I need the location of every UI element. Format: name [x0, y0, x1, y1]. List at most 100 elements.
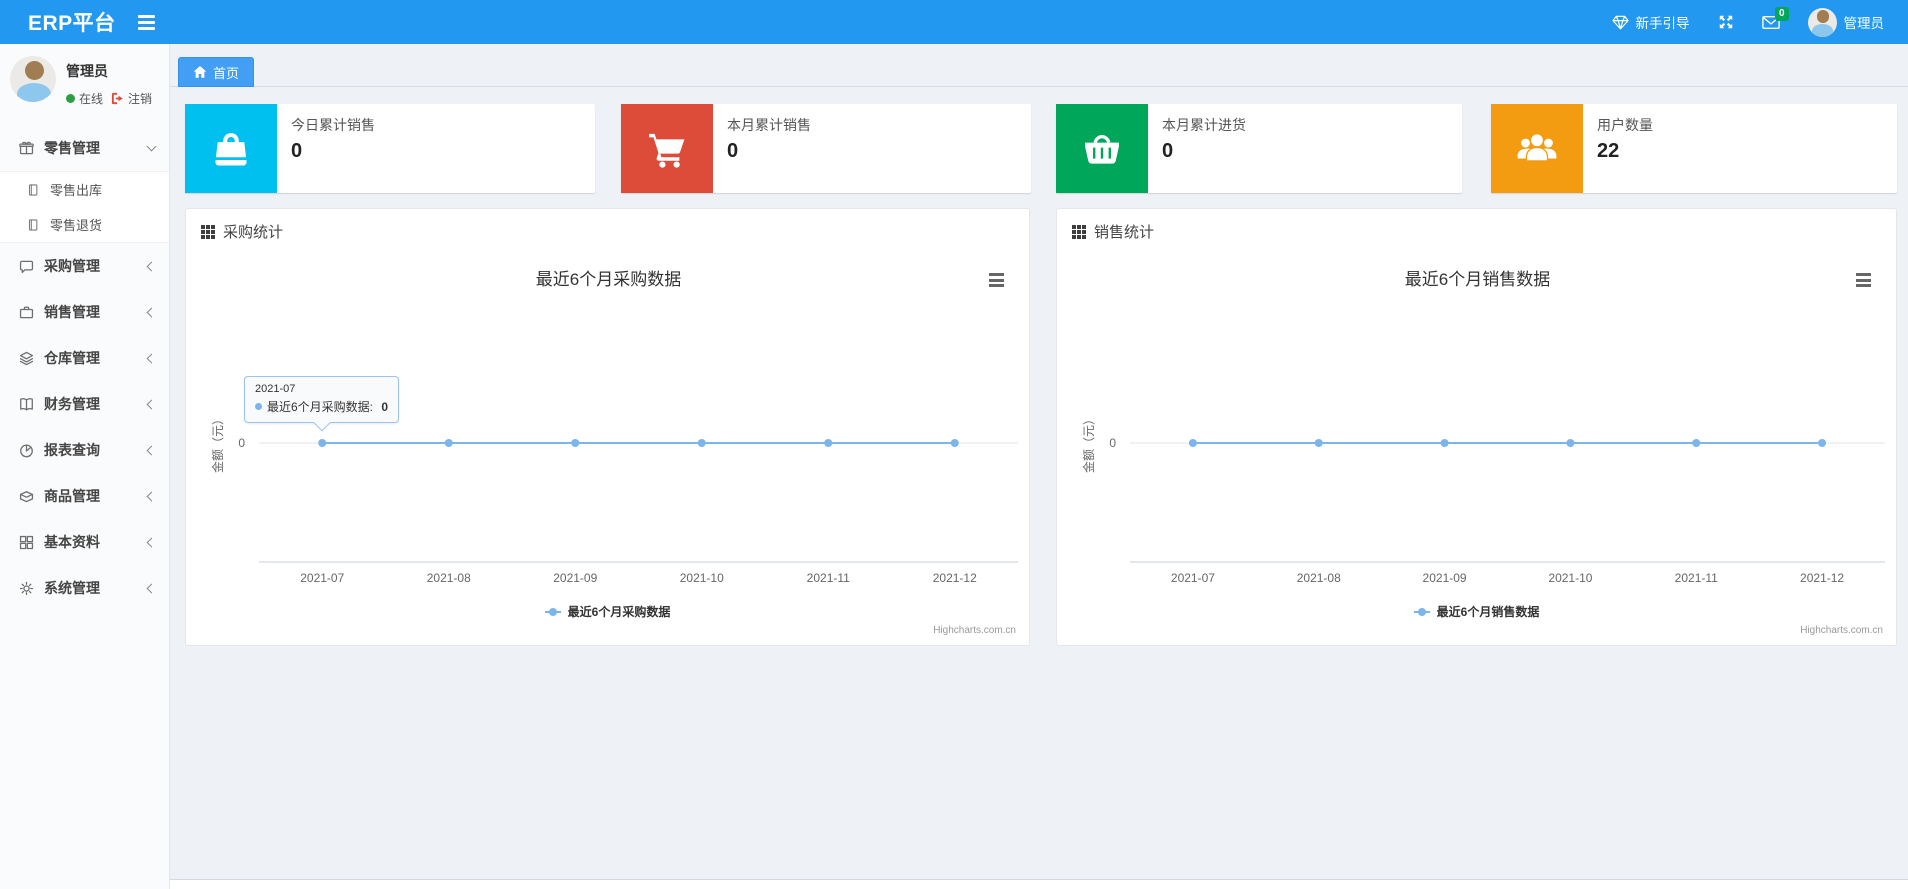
- th-icon: [201, 224, 215, 239]
- users-icon: [1491, 104, 1583, 193]
- chevron-left-icon: [146, 307, 157, 317]
- chevron-left-icon: [146, 537, 157, 547]
- stat-card: 本月累计销售 0: [621, 104, 1031, 193]
- sidebar-toggle-button[interactable]: [137, 14, 155, 30]
- svg-text:2021-08: 2021-08: [427, 571, 471, 585]
- mail-badge: 0: [1774, 6, 1789, 21]
- grid-icon: [17, 534, 35, 551]
- user-menu[interactable]: 管理员: [1807, 7, 1885, 37]
- legend-label: 最近6个月采购数据: [567, 605, 671, 619]
- sidebar-username: 管理员: [66, 63, 108, 79]
- svg-text:2021-09: 2021-09: [1423, 571, 1467, 585]
- svg-text:2021-11: 2021-11: [807, 571, 850, 585]
- legend-marker-icon: [1413, 607, 1430, 616]
- svg-text:2021-10: 2021-10: [1548, 571, 1592, 585]
- svg-text:2021-10: 2021-10: [680, 571, 724, 585]
- sidebar-item-goods[interactable]: 商品管理: [0, 473, 169, 519]
- tooltip-value: 0: [381, 399, 389, 414]
- svg-text:2021-09: 2021-09: [553, 571, 597, 585]
- chevron-left-icon: [146, 583, 157, 593]
- tab-home-label: 首页: [213, 65, 240, 81]
- footer: [170, 879, 1908, 889]
- svg-text:2021-12: 2021-12: [933, 571, 977, 585]
- highcharts-credit: Highcharts.com.cn: [933, 625, 1016, 636]
- svg-text:2021-11: 2021-11: [1675, 571, 1718, 585]
- chart-context-menu-button[interactable]: [1856, 273, 1871, 287]
- shopping-cart-icon: [621, 104, 713, 193]
- sidebar-item-retail-return[interactable]: 零售退货: [0, 207, 169, 242]
- guide-link[interactable]: 新手引导: [1611, 12, 1690, 32]
- briefcase-icon: [17, 304, 35, 321]
- sidebar-item-retail-out[interactable]: 零售出库: [0, 172, 169, 207]
- chart-tooltip: 2021-07 最近6个月采购数据: 0: [244, 376, 400, 432]
- sidebar-item-warehouse[interactable]: 仓库管理: [0, 335, 169, 381]
- highcharts-credit: Highcharts.com.cn: [1800, 625, 1883, 636]
- panel-title: 采购统计: [223, 224, 284, 241]
- tab-bar: 首页: [170, 44, 1908, 87]
- chevron-left-icon: [146, 261, 157, 271]
- top-navbar: ERP平台 新手引导 0 管理员: [0, 0, 1908, 44]
- th-icon: [1072, 224, 1086, 239]
- file-icon: [24, 183, 42, 197]
- sidebar-item-sales[interactable]: 销售管理: [0, 289, 169, 335]
- avatar: [10, 56, 56, 102]
- online-label: 在线: [79, 92, 104, 106]
- chart-panel-purchase: 采购统计 最近6个月采购数据 金额（元） 0 2021-07 2021-08 2021-09…: [185, 208, 1030, 646]
- chevron-down-icon: [146, 141, 157, 151]
- sidebar-item-finance[interactable]: 财务管理: [0, 381, 169, 427]
- tooltip-series-dot-icon: [255, 403, 262, 410]
- sidebar-menu: 零售管理零售出库零售退货采购管理 销售管理仓库管理财务管理报表查询商品管理 基本资料…: [0, 125, 169, 611]
- chart-panel-sales: 销售统计 最近6个月销售数据 金额（元） 0 2021-07 2021-08 2021-09…: [1056, 208, 1897, 646]
- navbar-username: 管理员: [1843, 16, 1885, 31]
- sidebar-item-retail[interactable]: 零售管理: [0, 125, 169, 171]
- messages-button[interactable]: 0: [1761, 6, 1789, 30]
- stat-card-title: 本月累计进货: [1162, 117, 1246, 133]
- stat-cards-row: 今日累计销售 0 本月累计销售 0 本月累计进货 0 用户数量 22: [170, 104, 1908, 193]
- gem-icon: [1611, 15, 1629, 30]
- sidebar-item-label: 系统管理: [44, 580, 100, 596]
- online-dot: [66, 94, 75, 103]
- sidebar-item-label: 零售管理: [44, 140, 100, 156]
- fullscreen-button[interactable]: [1718, 14, 1734, 30]
- sidebar-item-basic[interactable]: 基本资料: [0, 519, 169, 565]
- legend-item[interactable]: 最近6个月销售数据: [1057, 603, 1896, 620]
- chevron-left-icon: [146, 445, 157, 455]
- pie-icon: [17, 442, 35, 459]
- submenu-retail: 零售出库 零售退货: [0, 171, 169, 243]
- stat-card: 用户数量 22: [1491, 104, 1897, 193]
- stat-card-title: 本月累计销售: [727, 117, 811, 133]
- sign-out-icon: [111, 92, 124, 105]
- tooltip-header: 2021-07: [255, 383, 296, 395]
- sidebar-item-report[interactable]: 报表查询: [0, 427, 169, 473]
- shopping-basket-icon: [1056, 104, 1148, 193]
- stat-card-value: 0: [291, 140, 303, 162]
- svg-text:2021-07: 2021-07: [1171, 571, 1215, 585]
- sidebar-subitem-label: 零售退货: [50, 218, 103, 233]
- legend-label: 最近6个月销售数据: [1436, 605, 1540, 619]
- stat-card-title: 用户数量: [1597, 117, 1653, 133]
- svg-text:2021-07: 2021-07: [300, 571, 344, 585]
- sidebar-item-label: 报表查询: [44, 442, 100, 458]
- sidebar-item-label: 仓库管理: [44, 350, 100, 366]
- sidebar-subitem-label: 零售出库: [50, 183, 103, 198]
- book-icon: [17, 396, 35, 413]
- tab-home[interactable]: 首页: [178, 57, 255, 87]
- legend-marker-icon: [544, 607, 561, 616]
- stat-card-value: 0: [1162, 140, 1174, 162]
- sidebar-item-system[interactable]: 系统管理: [0, 565, 169, 611]
- logout-link[interactable]: 注销: [128, 90, 152, 107]
- layers-icon: [17, 350, 35, 367]
- file-icon: [24, 218, 42, 232]
- legend-item[interactable]: 最近6个月采购数据: [186, 603, 1029, 620]
- chevron-left-icon: [146, 399, 157, 409]
- svg-text:金额（元）: 金额（元）: [1081, 413, 1096, 473]
- main-content: 首页 今日累计销售 0 本月累计销售 0 本月累计进货 0 用户数量 22 采购统计 最近6个月…: [170, 44, 1908, 889]
- fullscreen-icon: [1718, 14, 1734, 30]
- sidebar-item-purchase[interactable]: 采购管理: [0, 243, 169, 289]
- stat-card-title: 今日累计销售: [291, 117, 375, 133]
- svg-text:最近6个月销售数据: 最近6个月销售数据: [1405, 270, 1550, 289]
- stat-card: 本月累计进货 0: [1056, 104, 1462, 193]
- stat-card: 今日累计销售 0: [185, 104, 595, 193]
- user-panel: 管理员 在线 注销: [0, 44, 169, 121]
- chart-context-menu-button[interactable]: [989, 273, 1004, 287]
